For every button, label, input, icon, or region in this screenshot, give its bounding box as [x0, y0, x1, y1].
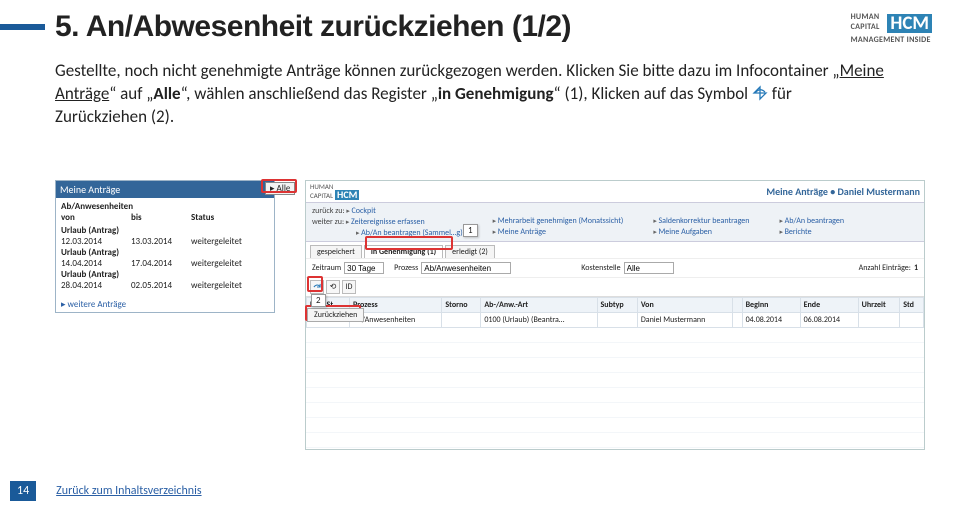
callout-1: 1 — [463, 224, 478, 237]
logo-hcm: HCM — [887, 14, 932, 33]
nav-link[interactable]: Mehrarbeit genehmigen (Monatssicht) — [493, 216, 624, 226]
page-title: 5. An/Abwesenheit zurückziehen (1/2) — [55, 10, 571, 44]
nav-link[interactable]: Ab/An beantragen (Sammel…g) — [356, 228, 463, 238]
filter-row: Zeitraum Prozess Kostenstelle Anzahl Ein… — [306, 258, 924, 278]
withdraw-button[interactable]: Zurückziehen — [307, 308, 364, 322]
kst-input[interactable] — [624, 262, 674, 274]
nav-link[interactable]: Saldenkorrektur beantragen — [653, 216, 749, 226]
nav-link[interactable]: Ab/An beantragen — [779, 216, 844, 226]
withdraw-icon-button[interactable] — [310, 280, 324, 294]
toolbar-button[interactable]: ⟲ — [326, 280, 340, 294]
meine-antraege-panel: Meine Anträge Ab/Anwesenheiten von bis S… — [55, 180, 275, 313]
panel-section-title: Ab/Anwesenheiten — [61, 201, 269, 212]
nav-links: zurück zu: Cockpit weiter zu: Zeitereign… — [306, 203, 924, 242]
panel-col-headers: von bis Status — [61, 212, 269, 223]
screenshots-area: Meine Anträge Ab/Anwesenheiten von bis S… — [55, 180, 925, 450]
tab-done[interactable]: erledigt (2) — [445, 245, 495, 258]
logo-text-3: MANAGEMENT INSIDE — [851, 35, 932, 45]
logo-text-1: HUMANCAPITAL — [851, 12, 880, 32]
table-row[interactable]: 100300Ab/Anwesenheiten0100 (Urlaub) (Bea… — [307, 313, 924, 328]
toolbar-button[interactable]: ID — [342, 280, 356, 294]
list-item: Urlaub (Antrag) 14.04.201417.04.2014weit… — [61, 247, 269, 269]
main-app-panel: HUMANCAPITALHCM Meine Anträge • Daniel M… — [305, 180, 925, 450]
slide-footer: 14 Zurück zum Inhaltsverzeichnis — [10, 481, 202, 501]
instruction-paragraph: Gestellte, noch nicht genehmigte Anträge… — [55, 60, 885, 129]
panel-header: Meine Anträge — [56, 181, 274, 198]
nav-link[interactable]: Meine Aufgaben — [653, 227, 749, 237]
nav-link[interactable]: Berichte — [779, 227, 844, 237]
alle-button[interactable]: ▸ Alle — [265, 182, 295, 195]
list-item: Urlaub (Antrag) 28.04.201402.05.2014weit… — [61, 269, 269, 291]
tab-in-approval[interactable]: in Genehmigung (1) — [364, 245, 443, 258]
tab-bar: gespeichert in Genehmigung (1) erledigt … — [306, 242, 924, 258]
zeitraum-input[interactable] — [344, 262, 384, 274]
hcm-logo: HUMANCAPITAL HCM MANAGEMENT INSIDE — [851, 12, 932, 45]
tab-saved[interactable]: gespeichert — [310, 245, 362, 258]
nav-link[interactable]: Cockpit — [346, 206, 375, 216]
page-number: 14 — [10, 481, 36, 501]
callout-2: 2 — [311, 294, 326, 307]
table-header-row: Kost.St.ProzessStornoAb-/Anw.-ArtSubtypV… — [307, 298, 924, 313]
app-logo-small: HUMANCAPITALHCM — [310, 183, 359, 200]
list-item: Urlaub (Antrag) 12.03.201413.03.2014weit… — [61, 225, 269, 247]
nav-link[interactable]: Meine Anträge — [493, 227, 624, 237]
empty-grid — [306, 328, 924, 448]
toolbar: ⟲ ID — [306, 278, 924, 297]
toc-link[interactable]: Zurück zum Inhaltsverzeichnis — [56, 484, 201, 498]
prozess-input[interactable] — [421, 262, 511, 274]
more-link[interactable]: ▸ weitere Anträge — [56, 297, 274, 312]
accent-bar — [0, 24, 45, 30]
requests-table: Kost.St.ProzessStornoAb-/Anw.-ArtSubtypV… — [306, 297, 924, 328]
withdraw-icon — [752, 85, 768, 101]
nav-link[interactable]: Zeitereignisse erfassen — [346, 217, 425, 227]
app-breadcrumb: Meine Anträge • Daniel Mustermann — [766, 185, 920, 198]
